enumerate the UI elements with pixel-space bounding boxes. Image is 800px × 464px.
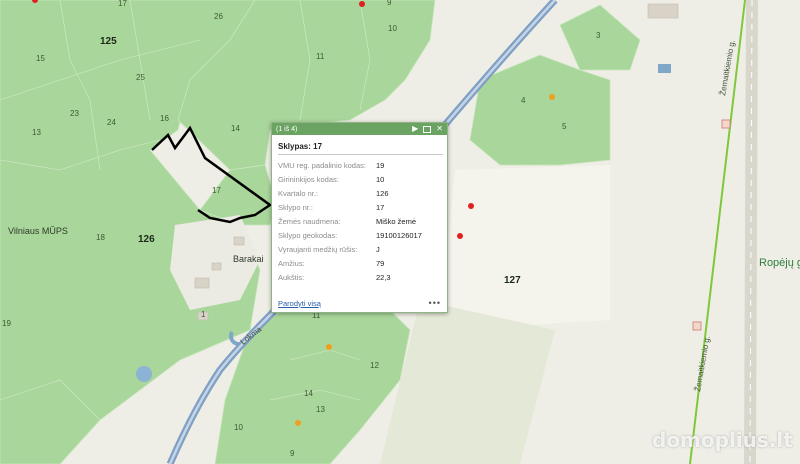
stand-label: 14 [304,389,313,398]
attribute-value: 126 [376,188,389,198]
attribute-value: 79 [376,258,385,268]
stand-label: 10 [234,423,243,432]
attribute-label: Vyraujanti medžių rūšis: [278,244,358,254]
stand-label: 17 [118,0,127,8]
attribute-label: Kvartalo nr.: [278,188,319,198]
popup-header: (1 iš 4) ▶ ✕ [272,123,447,135]
attribute-row: Kvartalo nr.: 126 [272,186,447,200]
red-point-marker [468,203,474,209]
stand-label: 4 [521,96,526,105]
stand-label: 11 [316,52,325,61]
quarter-label: 125 [100,36,117,47]
next-icon[interactable]: ▶ [412,125,418,133]
clearing-area [440,165,610,330]
attribute-label: VMU reg. padalinio kodas: [278,160,366,170]
attribute-row: Žemės naudmena: Miško žemė [272,214,447,228]
stand-label: 12 [370,361,379,370]
stand-label: 9 [387,0,392,7]
close-icon[interactable]: ✕ [436,125,443,133]
attribute-row: Sklypo nr.: 17 [272,200,447,214]
attribute-row: Girininkijos kodas: 10 [272,172,447,186]
pond-rect [658,64,671,73]
stand-label: 13 [316,405,325,414]
stand-label: 14 [231,124,240,133]
stand-label: 1 [201,310,206,319]
more-options-icon[interactable]: ••• [429,298,441,308]
orange-point-marker [326,344,332,350]
popup-divider [278,154,443,155]
popup-counter: (1 iš 4) [276,125,298,133]
popup-footer: Parodyti visą ••• [278,298,441,308]
attribute-row: Amžius: 79 [272,256,447,270]
quarter-label: 127 [504,275,521,286]
stand-label: 15 [36,54,45,63]
stand-label: 24 [107,118,116,127]
stand-label: 13 [32,128,41,137]
attribute-label: Žemės naudmena: [278,216,341,226]
stand-label: 10 [388,24,397,33]
attribute-label: Sklypo nr.: [278,202,314,212]
watermark-logo: domoplius.lt [652,428,793,452]
place-label-vilniaus-mups: Vilniaus MŪPS [8,226,68,236]
info-popup: (1 iš 4) ▶ ✕ Sklypas: 17 VMU reg. padali… [271,122,448,313]
stand-label: 25 [136,73,145,82]
border-marker [692,321,702,331]
stand-label: 23 [70,109,79,118]
locality-label: Ropėjų g-ja [759,257,800,269]
stand-label: 5 [562,122,567,131]
attribute-label: Amžius: [278,258,305,268]
attribute-value: 19100126017 [376,230,422,240]
attribute-row: Aukštis: 22,3 [272,270,447,284]
stand-label: 9 [290,449,295,458]
place-label-barakai: Barakai [233,254,264,264]
attribute-row: VMU reg. padalinio kodas: 19 [272,158,447,172]
stand-label: 16 [160,114,169,123]
pond [136,366,152,382]
attribute-label: Sklypo geokodas: [278,230,338,240]
attribute-value: 22,3 [376,272,391,282]
attribute-label: Girininkijos kodas: [278,174,339,184]
quarter-label: 126 [138,234,155,245]
maximize-icon[interactable] [423,125,432,133]
red-point-marker [359,1,365,7]
stand-label: 17 [212,186,221,195]
orange-point-marker [295,420,301,426]
attribute-label: Aukštis: [278,272,305,282]
attribute-value: Miško žemė [376,216,417,226]
orange-point-marker [549,94,555,100]
attribute-value: J [376,244,380,254]
stand-label: 3 [596,31,601,40]
attribute-row: Sklypo geokodas: 19100126017 [272,228,447,242]
attribute-row: Vyraujanti medžių rūšis: J [272,242,447,256]
attribute-value: 17 [376,202,385,212]
red-point-marker [457,233,463,239]
border-marker [721,119,731,129]
attribute-value: 19 [376,160,385,170]
stand-label: 26 [214,12,223,21]
show-all-link[interactable]: Parodyti visą [278,299,321,308]
stand-label: 18 [96,233,105,242]
stand-label: 19 [2,319,11,328]
popup-title: Sklypas: 17 [278,142,323,151]
attribute-value: 10 [376,174,385,184]
popup-controls: ▶ ✕ [412,125,443,133]
